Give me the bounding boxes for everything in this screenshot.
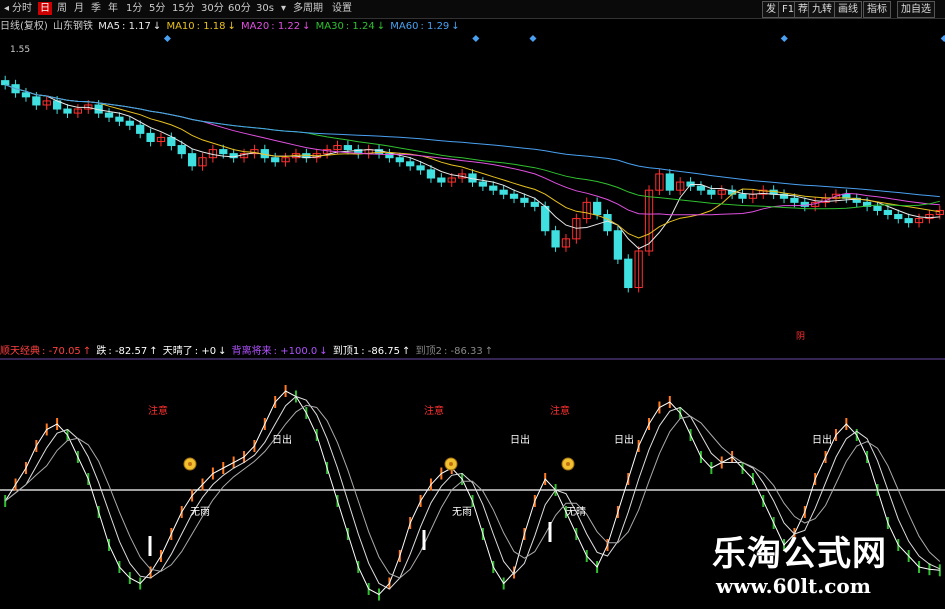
- candle-body: [406, 161, 415, 167]
- candle-body: [894, 214, 903, 220]
- candle-body: [603, 214, 612, 232]
- candle-body: [883, 209, 893, 216]
- candle-body: [478, 181, 488, 187]
- clear-label: 无晴: [566, 505, 586, 518]
- candle-body: [551, 230, 560, 248]
- candle-body: [426, 169, 436, 179]
- candle-body: [873, 205, 882, 211]
- candle-body: [489, 185, 498, 191]
- watermark-url: www.60lt.com: [716, 574, 871, 598]
- candle-body: [1, 80, 10, 86]
- kline-indicator-chart[interactable]: 注意 注意 注意日出 日出 日出 日出无雨 无雨 无晴 1.55 阴: [0, 0, 945, 609]
- ma5-line: [5, 84, 940, 250]
- candle-body: [696, 185, 706, 191]
- candle-body: [520, 197, 529, 203]
- candle-body: [271, 157, 280, 163]
- candle-body: [177, 145, 186, 155]
- candle-body: [541, 205, 550, 232]
- watermark-brand: 乐淘公式网: [712, 534, 887, 574]
- candle-body: [665, 173, 674, 191]
- candle-body: [136, 124, 145, 134]
- candle-body: [395, 157, 404, 163]
- candle-body: [343, 145, 353, 151]
- candle-body: [592, 201, 602, 216]
- candle-body: [219, 149, 228, 155]
- candle-body: [509, 193, 519, 199]
- signal-bar: [548, 522, 552, 542]
- candle-body: [904, 218, 913, 224]
- attention-label: 注意: [550, 404, 570, 417]
- candle-body: [790, 197, 799, 203]
- candle-body: [530, 201, 539, 207]
- attention-label: 注意: [424, 404, 444, 417]
- signal-bar: [148, 536, 152, 556]
- price-panel: [1, 34, 945, 293]
- candle-body: [707, 189, 716, 195]
- signal-diamond-icon: [780, 34, 788, 43]
- candle-body: [613, 230, 623, 260]
- signal-diamond-icon: [472, 34, 480, 43]
- sun-core-icon: [566, 462, 570, 466]
- sunrise-label: 日出: [812, 433, 832, 446]
- candle-body: [187, 153, 197, 167]
- signal-bar: [422, 530, 426, 550]
- candle-body: [624, 258, 633, 289]
- candle-body: [104, 112, 114, 118]
- candle-body: [437, 177, 446, 183]
- candle-body: [499, 189, 508, 195]
- sun-core-icon: [449, 462, 453, 466]
- candle-body: [125, 120, 134, 126]
- sunrise-label: 日出: [614, 433, 634, 446]
- signal-diamond-icon: [529, 34, 537, 43]
- sunrise-label: 日出: [510, 433, 530, 446]
- candle-body: [167, 136, 176, 147]
- no-rain-label: 无雨: [190, 507, 210, 518]
- candle-body: [738, 193, 747, 199]
- sunrise-label: 日出: [272, 433, 292, 446]
- candle-body: [115, 116, 124, 122]
- signal-diamond-icon: [940, 34, 945, 43]
- price-high-marker: 1.55: [10, 45, 30, 55]
- red-marker-label: 阴: [796, 331, 805, 342]
- candle-body: [63, 108, 72, 114]
- attention-label: 注意: [148, 404, 168, 417]
- sun-core-icon: [188, 462, 192, 466]
- candle-body: [32, 96, 41, 106]
- candle-body: [21, 92, 31, 98]
- no-rain-label: 无雨: [452, 507, 472, 518]
- candle-body: [416, 165, 425, 171]
- ma30-line: [5, 84, 940, 210]
- signal-diamond-icon: [163, 34, 171, 43]
- candle-body: [146, 132, 155, 142]
